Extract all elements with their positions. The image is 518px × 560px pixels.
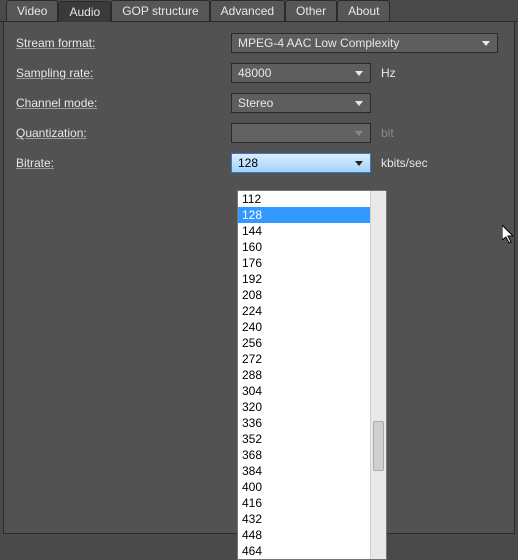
sampling-rate-row: Sampling rate: 48000 Hz [16,62,502,84]
channel-mode-row: Channel mode: Stereo [16,92,502,114]
stream-format-label: Stream format: [16,36,231,50]
bitrate-option[interactable]: 384 [238,463,370,479]
sampling-rate-unit: Hz [381,66,396,80]
bitrate-option[interactable]: 400 [238,479,370,495]
bitrate-label: Bitrate: [16,156,231,170]
bitrate-option[interactable]: 176 [238,255,370,271]
bitrate-dropdown-list[interactable]: 1121281441601761922082242402562722883043… [237,190,387,560]
bitrate-option[interactable]: 304 [238,383,370,399]
channel-mode-value: Stereo [238,96,273,110]
scrollbar-thumb[interactable] [373,421,384,471]
audio-panel: Stream format: MPEG-4 AAC Low Complexity… [3,22,515,534]
quantization-combo[interactable] [231,123,371,143]
bitrate-option[interactable]: 464 [238,543,370,559]
bitrate-combo[interactable]: 128 [231,153,371,173]
sampling-rate-value: 48000 [238,66,271,80]
sampling-rate-combo[interactable]: 48000 [231,63,371,83]
bitrate-option[interactable]: 272 [238,351,370,367]
bitrate-option[interactable]: 256 [238,335,370,351]
tab-advanced[interactable]: Advanced [210,0,285,21]
bitrate-option[interactable]: 192 [238,271,370,287]
bitrate-option[interactable]: 368 [238,447,370,463]
bitrate-option[interactable]: 336 [238,415,370,431]
quantization-unit: bit [381,126,394,140]
dropdown-arrow-icon [351,126,367,140]
sampling-rate-label: Sampling rate: [16,66,231,80]
stream-format-value: MPEG-4 AAC Low Complexity [238,36,399,50]
bitrate-option[interactable]: 224 [238,303,370,319]
bitrate-option[interactable]: 432 [238,511,370,527]
bitrate-option[interactable]: 448 [238,527,370,543]
quantization-row: Quantization: bit [16,122,502,144]
stream-format-combo[interactable]: MPEG-4 AAC Low Complexity [231,33,498,53]
bitrate-row: Bitrate: 128 kbits/sec [16,152,502,174]
quantization-label: Quantization: [16,126,231,140]
dropdown-arrow-icon [351,66,367,80]
tab-other[interactable]: Other [285,0,337,21]
bitrate-option[interactable]: 288 [238,367,370,383]
bitrate-option[interactable]: 240 [238,319,370,335]
scrollbar[interactable] [370,191,386,559]
bitrate-option[interactable]: 352 [238,431,370,447]
stream-format-row: Stream format: MPEG-4 AAC Low Complexity [16,32,502,54]
bitrate-option[interactable]: 320 [238,399,370,415]
bitrate-option[interactable]: 112 [238,191,370,207]
tab-audio[interactable]: Audio [58,1,111,22]
bitrate-option[interactable]: 160 [238,239,370,255]
tab-bar: Video Audio GOP structure Advanced Other… [0,0,518,22]
channel-mode-label: Channel mode: [16,96,231,110]
bitrate-option[interactable]: 416 [238,495,370,511]
tab-about[interactable]: About [337,0,390,21]
bitrate-unit: kbits/sec [381,156,428,170]
dropdown-arrow-icon [351,96,367,110]
bitrate-option[interactable]: 208 [238,287,370,303]
channel-mode-combo[interactable]: Stereo [231,93,371,113]
tab-gop-structure[interactable]: GOP structure [111,0,209,21]
bitrate-option[interactable]: 128 [238,207,370,223]
tab-video[interactable]: Video [6,0,58,21]
dropdown-arrow-icon [351,156,367,170]
bitrate-dropdown-items: 1121281441601761922082242402562722883043… [238,191,370,559]
bitrate-option[interactable]: 144 [238,223,370,239]
dropdown-arrow-icon [478,36,494,50]
bitrate-value: 128 [238,156,258,170]
